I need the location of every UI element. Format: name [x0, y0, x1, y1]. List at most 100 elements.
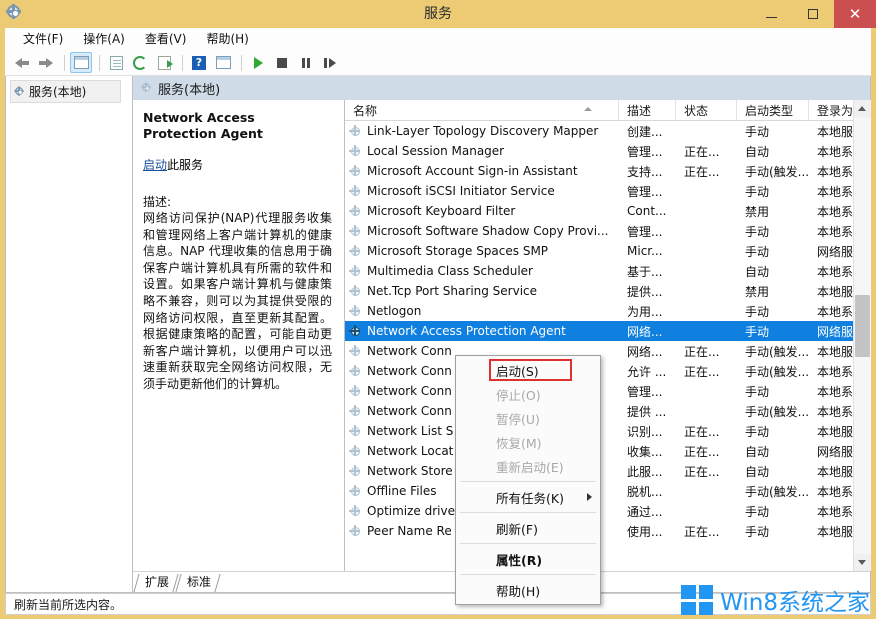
- column-header-description[interactable]: 描述: [619, 100, 676, 120]
- sort-ascending-icon: [584, 107, 592, 111]
- ctx-start[interactable]: 启动(S): [456, 358, 600, 382]
- service-gear-icon: [349, 445, 362, 458]
- minimize-button[interactable]: [750, 0, 792, 28]
- cell-logon-as: 本地系统: [809, 163, 853, 180]
- menu-help[interactable]: 帮助(H): [196, 28, 258, 49]
- service-name: Network Conn: [367, 364, 452, 378]
- ctx-properties[interactable]: 属性(R): [456, 547, 600, 571]
- column-header-startup-type[interactable]: 启动类型: [737, 100, 809, 120]
- vertical-scrollbar[interactable]: [853, 100, 870, 571]
- stop-service-icon[interactable]: [271, 52, 293, 73]
- table-row[interactable]: Microsoft Keyboard FilterCont...禁用本地系统: [345, 201, 853, 221]
- cell-status: 正在...: [676, 443, 737, 460]
- cell-logon-as: 网络服务: [809, 243, 853, 260]
- close-button[interactable]: ✕: [834, 0, 876, 28]
- cell-logon-as: 本地服务: [809, 283, 853, 300]
- forward-icon[interactable]: [35, 52, 57, 73]
- cell-logon-as: 网络服务: [809, 323, 853, 340]
- menu-item-label: 停止(O): [496, 385, 541, 404]
- table-row[interactable]: Net.Tcp Port Sharing Service提供...禁用本地服务: [345, 281, 853, 301]
- cell-logon-as: 本地服务: [809, 463, 853, 480]
- cell-startup-type: 手动(触发...: [737, 363, 809, 380]
- column-header-name[interactable]: 名称: [345, 100, 619, 120]
- maximize-button[interactable]: [792, 0, 834, 28]
- start-service-link[interactable]: 启动: [143, 158, 167, 172]
- restart-service-icon[interactable]: [319, 52, 341, 73]
- windows-logo-icon: [681, 585, 713, 615]
- ctx-refresh[interactable]: 刷新(F): [456, 516, 600, 540]
- cell-name: Microsoft Storage Spaces SMP: [345, 244, 619, 258]
- start-service-suffix: 此服务: [167, 158, 203, 172]
- table-row[interactable]: Network Access Protection Agent网络...手动网络…: [345, 321, 853, 341]
- table-row[interactable]: Microsoft iSCSI Initiator Service管理...手动…: [345, 181, 853, 201]
- table-row[interactable]: Microsoft Account Sign-in Assistant支持...…: [345, 161, 853, 181]
- service-gear-icon: [349, 165, 362, 178]
- column-header-status[interactable]: 状态: [676, 100, 737, 120]
- cell-startup-type: 手动: [737, 243, 809, 260]
- scrollbar-thumb[interactable]: [855, 295, 870, 357]
- service-gear-icon: [349, 245, 362, 258]
- cell-description: 提供...: [619, 283, 676, 300]
- column-header-logon-as[interactable]: 登录为: [809, 100, 853, 120]
- tab-standard[interactable]: 标准: [177, 572, 219, 592]
- context-menu: 启动(S)停止(O)暂停(U)恢复(M)重新启动(E)所有任务(K)刷新(F)属…: [455, 355, 601, 605]
- cell-description: 为用...: [619, 303, 676, 320]
- service-name: Network Conn: [367, 384, 452, 398]
- ctx-help[interactable]: 帮助(H): [456, 578, 600, 602]
- cell-startup-type: 手动(触发...: [737, 403, 809, 420]
- cell-startup-type: 手动(触发...: [737, 483, 809, 500]
- cell-status: 正在...: [676, 343, 737, 360]
- help-icon[interactable]: ?: [188, 52, 210, 73]
- table-row[interactable]: Multimedia Class Scheduler基于...自动本地系统: [345, 261, 853, 281]
- toolbar-separator: [182, 55, 183, 71]
- service-name: Multimedia Class Scheduler: [367, 264, 533, 278]
- cell-description: 创建...: [619, 123, 676, 140]
- cell-name: Microsoft Software Shadow Copy Provi...: [345, 224, 619, 238]
- service-gear-icon: [349, 205, 362, 218]
- menu-item-label: 帮助(H): [496, 581, 540, 600]
- table-row[interactable]: Netlogon为用...手动本地系统: [345, 301, 853, 321]
- tab-extended[interactable]: 扩展: [135, 572, 177, 592]
- cell-description: 收集...: [619, 443, 676, 460]
- cell-startup-type: 手动(触发...: [737, 163, 809, 180]
- table-row[interactable]: Link-Layer Topology Discovery Mapper创建..…: [345, 121, 853, 141]
- cell-logon-as: 本地系统: [809, 303, 853, 320]
- scroll-up-icon[interactable]: [854, 100, 871, 117]
- ctx-all-tasks[interactable]: 所有任务(K): [456, 485, 600, 509]
- tree-item-services-local[interactable]: 服务(本地): [10, 80, 121, 103]
- cell-name: Link-Layer Topology Discovery Mapper: [345, 124, 619, 138]
- table-row[interactable]: Local Session Manager管理...正在...自动本地系统: [345, 141, 853, 161]
- service-name: Local Session Manager: [367, 144, 504, 158]
- menu-view[interactable]: 查看(V): [135, 28, 197, 49]
- cell-description: Micr...: [619, 244, 676, 258]
- cell-startup-type: 手动: [737, 523, 809, 540]
- cell-logon-as: 本地服务: [809, 123, 853, 140]
- scroll-down-icon[interactable]: [854, 554, 871, 571]
- toolbar-separator: [99, 55, 100, 71]
- export-list-icon[interactable]: [153, 52, 175, 73]
- back-icon[interactable]: [11, 52, 33, 73]
- scrollbar-track[interactable]: [854, 117, 871, 554]
- service-name: Netlogon: [367, 304, 421, 318]
- show-hide-tree-icon[interactable]: [70, 52, 92, 73]
- menu-item-label: 启动(S): [496, 361, 539, 380]
- cell-startup-type: 手动: [737, 323, 809, 340]
- menu-separator: [460, 481, 596, 482]
- pause-service-icon[interactable]: [295, 52, 317, 73]
- cell-description: 通过...: [619, 503, 676, 520]
- table-row[interactable]: Microsoft Storage Spaces SMPMicr... 手动网络服…: [345, 241, 853, 261]
- refresh-icon[interactable]: [129, 52, 151, 73]
- start-service-icon[interactable]: [247, 52, 269, 73]
- submenu-arrow-icon: [587, 493, 592, 501]
- cell-startup-type: 禁用: [737, 283, 809, 300]
- menu-file[interactable]: 文件(F): [13, 28, 73, 49]
- menu-action[interactable]: 操作(A): [73, 28, 135, 49]
- table-row[interactable]: Microsoft Software Shadow Copy Provi...管…: [345, 221, 853, 241]
- properties-icon[interactable]: [105, 52, 127, 73]
- show-action-pane-icon[interactable]: [212, 52, 234, 73]
- menu-item-label: 暂停(U): [496, 409, 540, 428]
- cell-description: 基于...: [619, 263, 676, 280]
- watermark-text: Win8系统之家: [720, 583, 870, 617]
- cell-logon-as: 网络服务: [809, 443, 853, 460]
- service-name: Network Access Protection Agent: [367, 324, 566, 338]
